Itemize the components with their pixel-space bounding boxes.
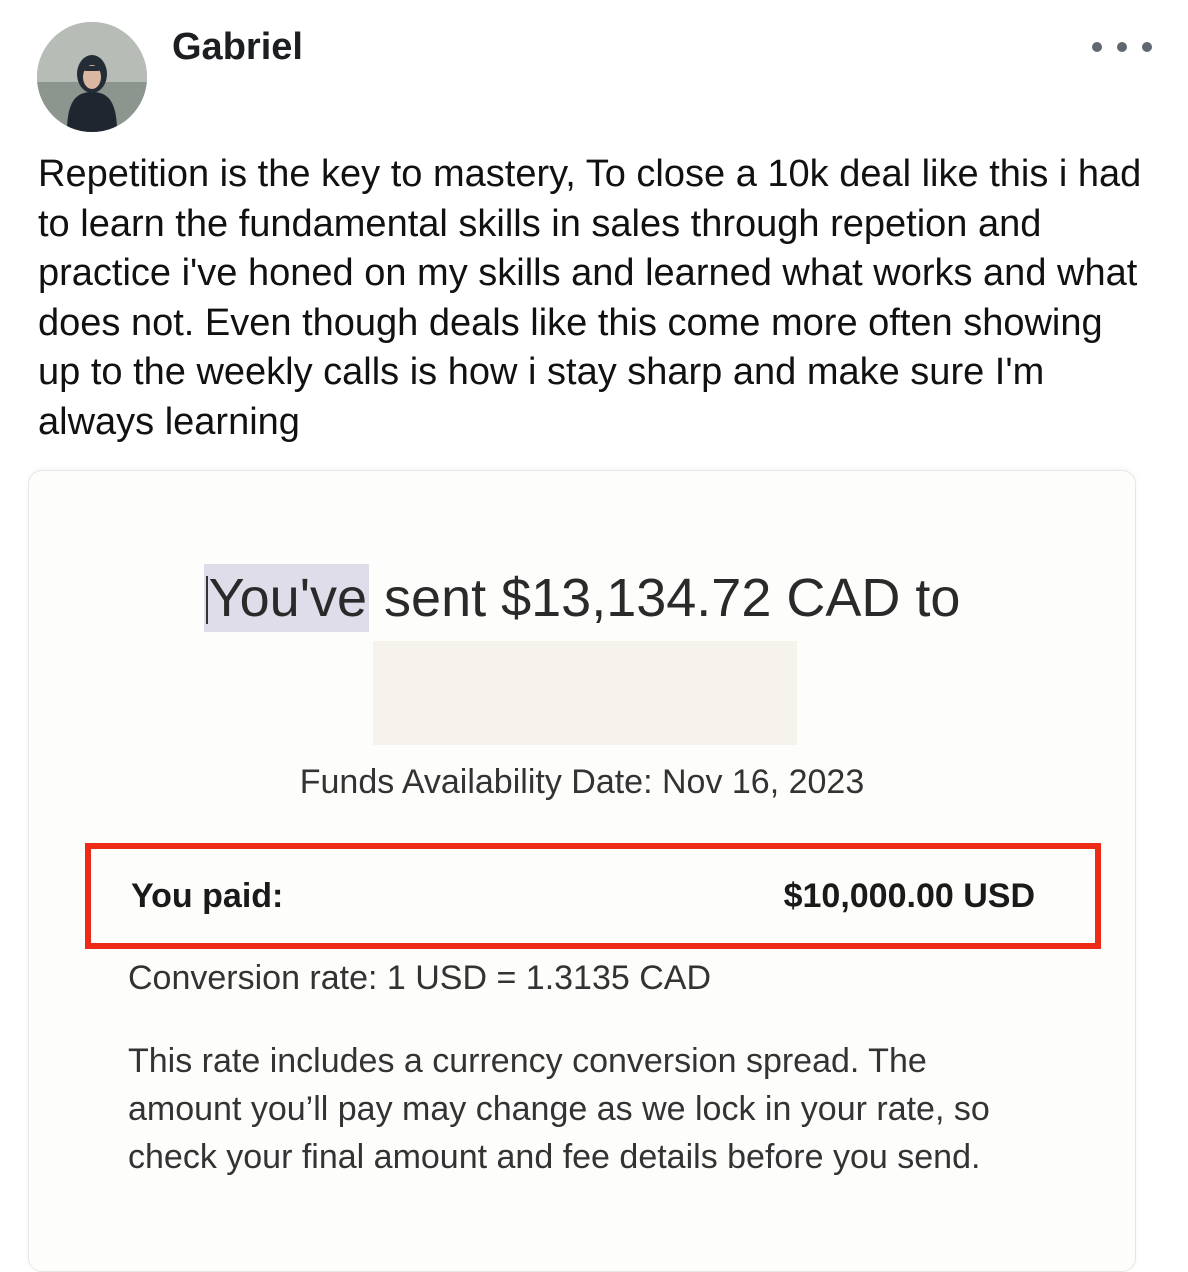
avatar[interactable] [37, 22, 147, 132]
paid-label: You paid: [131, 877, 284, 915]
sent-highlight-word: You've [208, 568, 368, 628]
text-selection-highlight: You've [203, 564, 370, 632]
more-horizontal-icon [1092, 42, 1102, 52]
conversion-disclaimer: This rate includes a currency conversion… [128, 1042, 990, 1176]
redacted-recipient [373, 641, 797, 745]
sent-amount-text: sent $13,134.72 CAD to [369, 568, 961, 628]
profile-photo-icon [37, 22, 147, 132]
more-options-button[interactable] [1092, 32, 1152, 62]
text-cursor [205, 576, 208, 624]
sent-amount-heading: You've sent $13,134.72 CAD to [29, 564, 1135, 632]
attached-image[interactable]: You've sent $13,134.72 CAD to Funds Avai… [28, 470, 1136, 1272]
more-horizontal-icon [1142, 42, 1152, 52]
funds-availability-date: Funds Availability Date: Nov 16, 2023 [299, 763, 865, 801]
post-header: Gabriel [0, 0, 1188, 140]
conversion-rate: Conversion rate: 1 USD = 1.3135 CAD [128, 959, 712, 997]
paid-amount-highlight-box: You paid: $10,000.00 USD [85, 843, 1101, 949]
post-body-text: Repetition is the key to mastery, To clo… [38, 153, 1142, 443]
author-name[interactable]: Gabriel [172, 26, 303, 69]
paid-value: $10,000.00 USD [783, 877, 1035, 915]
more-horizontal-icon [1117, 42, 1127, 52]
